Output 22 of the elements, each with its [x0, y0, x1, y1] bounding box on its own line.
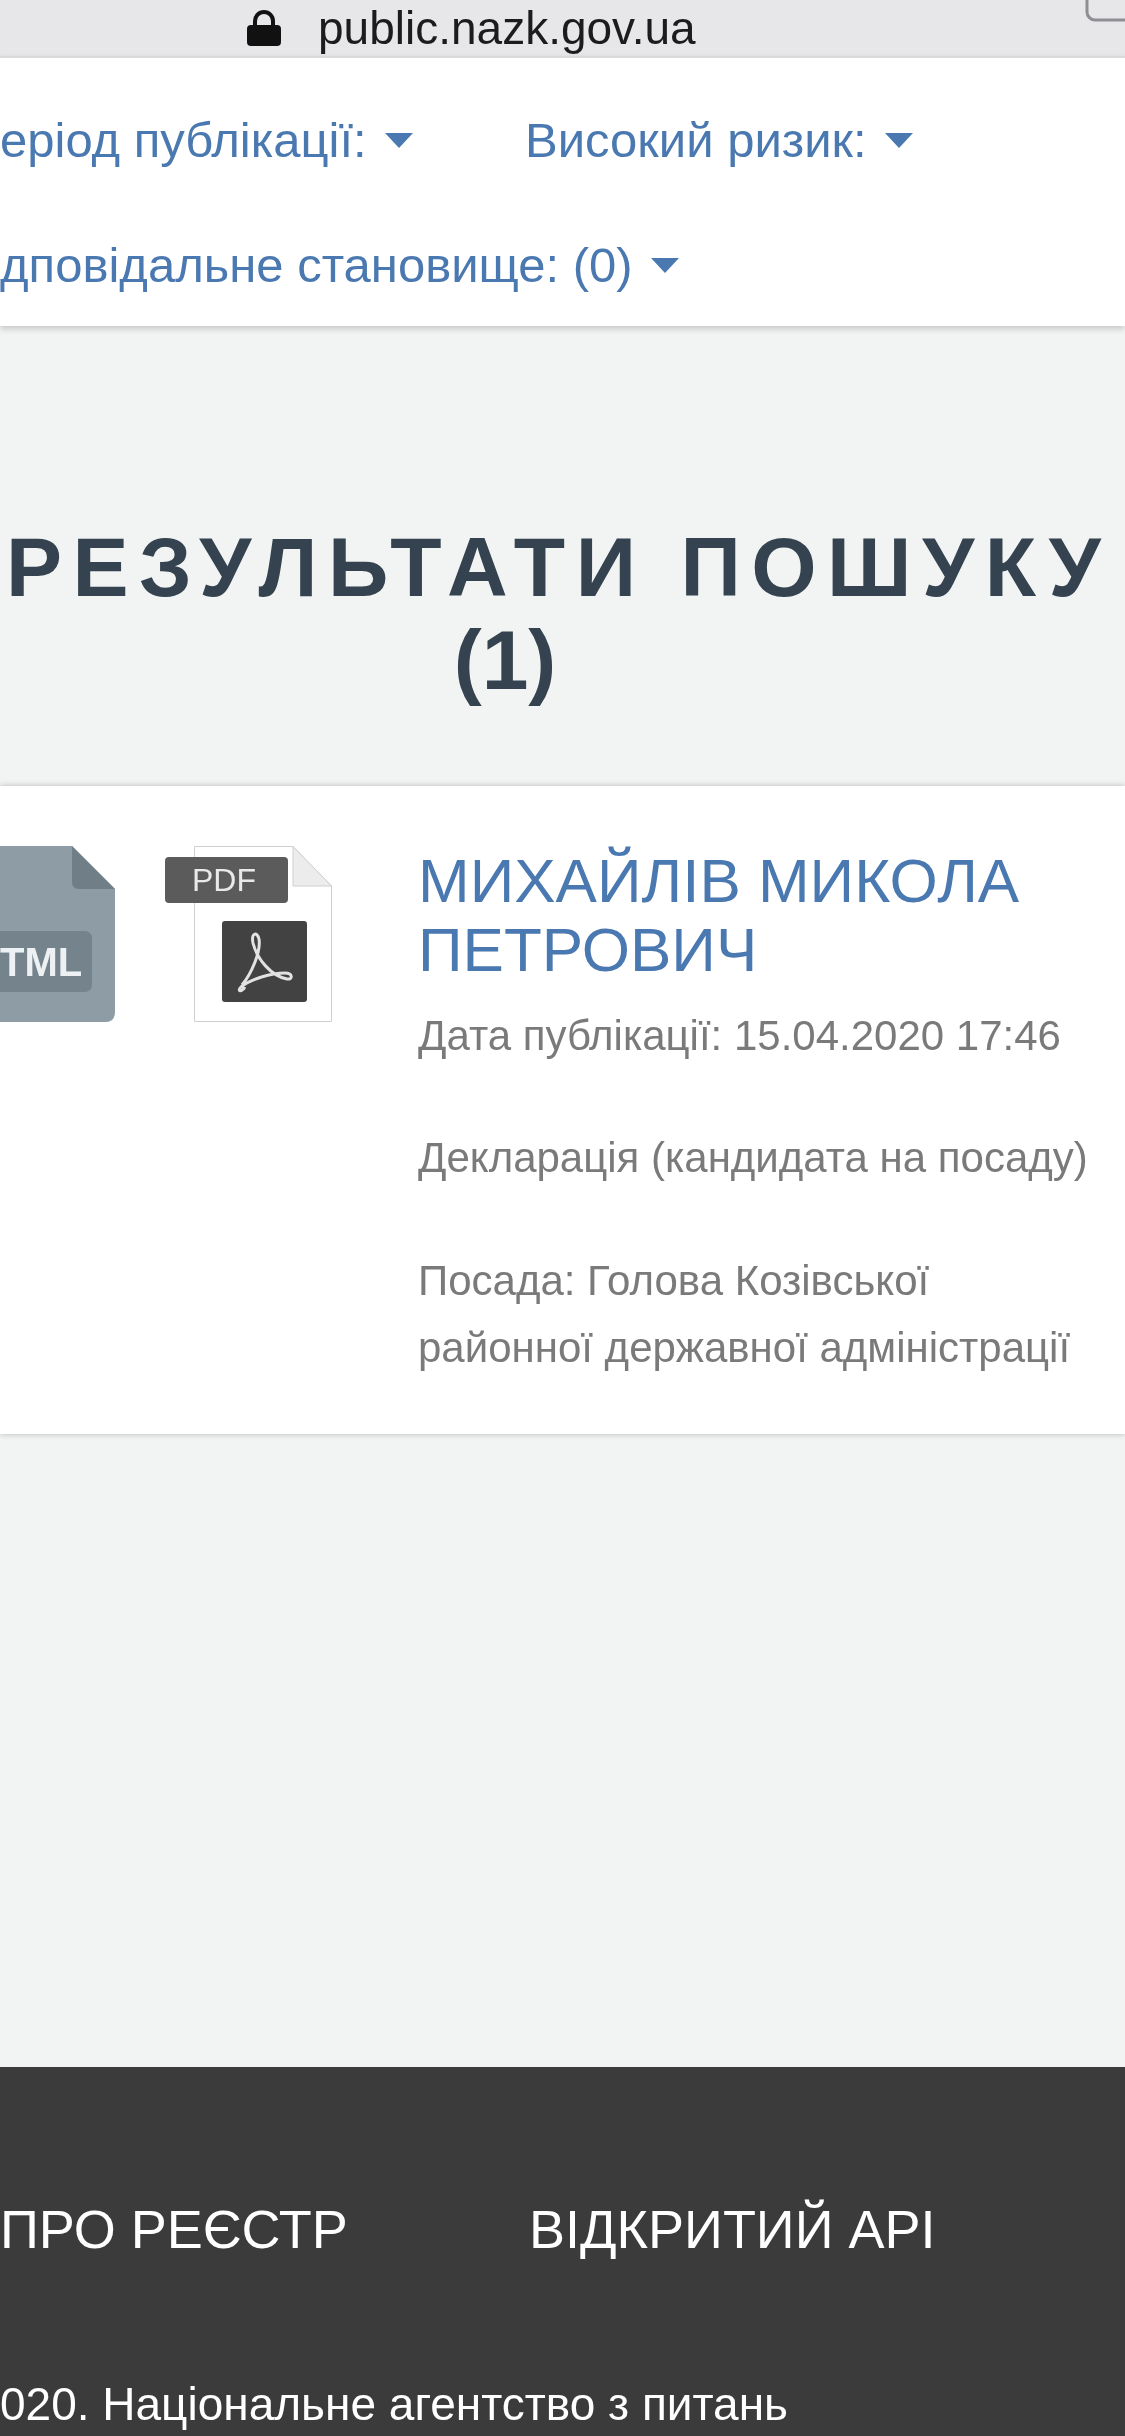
lock-icon	[247, 10, 281, 46]
file-type-label: PDF	[192, 861, 256, 900]
caret-icon	[650, 257, 679, 273]
footer-link[interactable]: ПРО РЕЄСТР	[0, 2199, 348, 2259]
results-count: (1)	[453, 614, 557, 707]
declaration-type: Декларація (кандидата на посаду)	[418, 1133, 1089, 1183]
declarant-name-link[interactable]: МИХАЙЛІВ МИКОЛА ПЕТРОВИЧ	[418, 846, 1108, 984]
position-text: Посада: Голова Козівської районної державної адміністрації	[418, 1256, 1072, 1373]
caret-icon	[384, 132, 413, 148]
filter-dropdown[interactable]: Високий ризик:	[525, 110, 913, 170]
results-heading: РЕЗУЛЬТАТИ ПОШУКУ	[6, 521, 1112, 614]
footer-link[interactable]: ВІДКРИТИЙ API	[529, 2199, 936, 2259]
document-icon[interactable]	[0, 846, 115, 1022]
filter-dropdown[interactable]: дповідальне становище: (0)	[0, 235, 679, 295]
publication-date: Дата публікації: 15.04.2020 17:46	[418, 1011, 1062, 1061]
copyright-text: 020. Національне агентство з питань	[0, 2378, 790, 2430]
filter-dropdown[interactable]: еріод публікації:	[0, 110, 413, 170]
file-type-label: TML	[0, 939, 83, 985]
caret-icon	[884, 132, 913, 148]
pdf-document-icon[interactable]	[165, 846, 333, 1022]
url-text: public.nazk.gov.ua	[318, 2, 696, 54]
square-outline-icon[interactable]	[1085, 0, 1125, 22]
